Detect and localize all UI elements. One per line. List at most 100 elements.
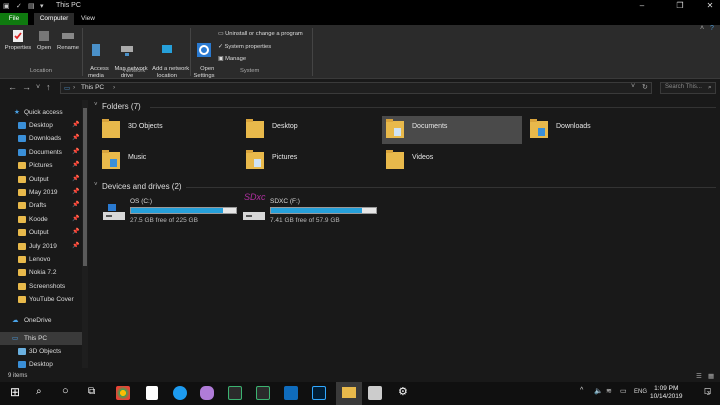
folder-icon xyxy=(18,229,26,237)
app-icon-1[interactable] xyxy=(228,386,242,400)
customize-quick-access-icon[interactable]: ▾ xyxy=(40,2,44,10)
folder-item[interactable]: Desktop xyxy=(242,116,382,144)
folder-item[interactable]: Documents xyxy=(382,116,522,144)
speaker-icon[interactable]: 🔈 xyxy=(594,387,603,395)
language-indicator[interactable]: ENG xyxy=(634,389,647,395)
app-icon-2[interactable] xyxy=(256,386,270,400)
nav-quick-item[interactable]: Output 📌 xyxy=(0,226,82,239)
cortana-icon[interactable]: ○ xyxy=(62,385,69,397)
nav-quick-item[interactable]: Screenshots xyxy=(0,280,82,293)
nav-quick-item[interactable]: Nokia 7.2 xyxy=(0,266,82,279)
nav-quick-item[interactable]: Lenovo xyxy=(0,253,82,266)
nav-quick-item[interactable]: Desktop 📌 xyxy=(0,119,82,132)
file-explorer-taskbar-active[interactable] xyxy=(336,382,362,405)
pin-icon[interactable]: 📌 xyxy=(72,226,79,239)
drive-usage-bar xyxy=(130,207,237,214)
pin-icon[interactable]: 📌 xyxy=(72,240,79,253)
properties-button[interactable]: Properties xyxy=(4,29,32,52)
nav-quick-item[interactable]: Koode 📌 xyxy=(0,213,82,226)
collapse-folders-icon[interactable]: ˅ xyxy=(94,102,98,108)
music-folder-icon xyxy=(102,149,120,171)
tray-chevron-icon[interactable]: ^ xyxy=(580,387,583,394)
cloud-app-icon[interactable] xyxy=(200,386,214,400)
collapse-ribbon-icon[interactable]: ˄ xyxy=(700,25,704,32)
nav-quick-item[interactable]: YouTube Cover xyxy=(0,293,82,306)
collapse-drives-icon[interactable]: ˅ xyxy=(94,182,98,188)
nav-quick-item[interactable]: Downloads 📌 xyxy=(0,132,82,145)
new-folder-quick-icon[interactable]: ▤ xyxy=(28,2,35,10)
settings-gear-icon[interactable]: ⚙ xyxy=(398,385,408,398)
search-input[interactable]: Search This... ⌕ xyxy=(660,82,716,94)
pin-icon[interactable]: 📌 xyxy=(72,213,79,226)
folder-icon xyxy=(18,175,26,183)
pc-icon: ▭ xyxy=(64,85,71,92)
system-properties-button[interactable]: ✓ System properties xyxy=(218,44,271,50)
manage-button[interactable]: ▣ Manage xyxy=(218,56,246,62)
windows-drive-icon xyxy=(102,202,126,222)
search-taskbar-icon[interactable]: ⌕ xyxy=(36,386,42,397)
pc-icon: ▭ xyxy=(12,335,19,342)
pin-icon[interactable]: 📌 xyxy=(72,199,79,212)
outlook-icon[interactable] xyxy=(284,386,298,400)
address-row: ← → ˅ ↑ ▭ › This PC › ˅ ↻ Search This...… xyxy=(0,79,720,96)
nav-quick-item[interactable]: Drafts 📌 xyxy=(0,199,82,212)
content-area: ˅ Folders (7) 3D Objects Desktop Documents… xyxy=(90,96,720,372)
nav-quick-item[interactable]: Output 📌 xyxy=(0,173,82,186)
edge-icon[interactable] xyxy=(173,386,187,400)
drive-item[interactable]: OS (C:) 27.5 GB free of 225 GB xyxy=(102,198,242,228)
recent-locations-icon[interactable]: ˅ xyxy=(36,84,40,91)
forward-icon[interactable]: → xyxy=(22,82,31,92)
tab-file[interactable]: File xyxy=(0,13,28,25)
windows-start-icon[interactable]: ⊞ xyxy=(10,385,20,399)
store-icon[interactable] xyxy=(146,386,158,400)
uninstall-program-button[interactable]: ▭ Uninstall or change a program xyxy=(218,31,303,37)
nav-onedrive[interactable]: ☁ OneDrive xyxy=(0,314,82,327)
tab-computer[interactable]: Computer xyxy=(34,13,74,25)
pin-icon[interactable]: 📌 xyxy=(72,146,79,159)
nav-quick-item[interactable]: Documents 📌 xyxy=(0,146,82,159)
pin-icon[interactable]: 📌 xyxy=(72,119,79,132)
app-icon-3[interactable] xyxy=(368,386,382,400)
folder-item[interactable]: 3D Objects xyxy=(98,116,238,144)
pin-icon[interactable]: 📌 xyxy=(72,186,79,199)
drive-item[interactable]: SDxc SDXC (F:) 7.41 GB free of 57.9 GB xyxy=(242,192,382,228)
nav-quick-item[interactable]: July 2019 📌 xyxy=(0,240,82,253)
pin-icon[interactable]: 📌 xyxy=(72,173,79,186)
wifi-icon[interactable]: ≋ xyxy=(606,387,612,395)
back-icon[interactable]: ← xyxy=(8,82,17,92)
properties-quick-icon[interactable]: ✓ xyxy=(16,2,22,10)
up-icon[interactable]: ↑ xyxy=(46,82,51,92)
address-dropdown-icon[interactable]: ˅ xyxy=(631,83,635,90)
nav-scrollbar-thumb[interactable] xyxy=(83,108,87,266)
help-icon[interactable]: ? xyxy=(710,25,714,32)
task-view-icon[interactable]: ⧉ xyxy=(88,386,95,397)
battery-icon[interactable]: ▭ xyxy=(620,387,627,395)
details-view-icon[interactable]: ☰ xyxy=(696,372,702,380)
chrome-icon[interactable] xyxy=(116,386,130,400)
folder-item[interactable]: Videos xyxy=(382,147,522,175)
nav-quick-item[interactable]: Pictures 📌 xyxy=(0,159,82,172)
nav-3d-objects[interactable]: 3D Objects xyxy=(0,345,82,358)
close-button[interactable]: ✕ xyxy=(700,0,720,12)
large-icons-view-icon[interactable]: ▦ xyxy=(708,372,714,380)
folder-item[interactable]: Pictures xyxy=(242,147,382,175)
nav-quick-access[interactable]: ★ Quick access xyxy=(0,106,82,119)
nav-desktop-sub[interactable]: Desktop xyxy=(0,358,82,371)
photoshop-icon[interactable] xyxy=(312,386,326,400)
restore-button[interactable]: ❐ xyxy=(670,0,690,12)
nav-quick-item[interactable]: May 2019 📌 xyxy=(0,186,82,199)
pin-icon[interactable]: 📌 xyxy=(72,159,79,172)
open-button[interactable]: Open xyxy=(34,29,54,52)
drive-usage-bar xyxy=(270,207,377,214)
properties-icon xyxy=(13,30,23,42)
tab-view[interactable]: View xyxy=(76,13,100,25)
clock[interactable]: 1:09 PM 10/14/2019 xyxy=(650,385,683,401)
pin-icon[interactable]: 📌 xyxy=(72,132,79,145)
rename-button[interactable]: Rename xyxy=(56,29,80,52)
address-bar[interactable]: ▭ › This PC › ˅ ↻ xyxy=(60,82,652,94)
folder-item[interactable]: Music xyxy=(98,147,238,175)
minimize-button[interactable]: – xyxy=(632,0,652,12)
folder-item[interactable]: Downloads xyxy=(526,116,666,144)
refresh-icon[interactable]: ↻ xyxy=(642,83,648,91)
nav-this-pc[interactable]: ▭ This PC xyxy=(0,332,82,345)
